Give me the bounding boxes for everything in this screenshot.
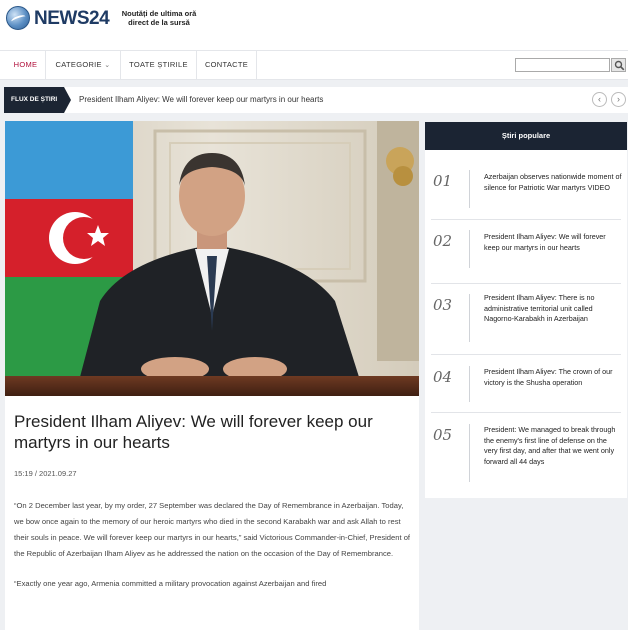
popular-item[interactable]: 01 Azerbaijan observes nationwide moment… [425, 168, 627, 213]
chevron-down-icon: ⌄ [104, 62, 111, 69]
popular-news-heading: Știri populare [425, 122, 627, 150]
article-paragraph: “On 2 December last year, by my order, 2… [14, 501, 411, 558]
main-nav: HOME CATEGORIE ⌄ TOATE ȘTIRILE CONTACTE [0, 50, 628, 80]
site-header: NEWS24 Noutăți de ultima oră direct de l… [0, 0, 628, 50]
divider [431, 354, 621, 355]
article-body: “On 2 December last year, by my order, 2… [14, 498, 414, 606]
search-input[interactable] [515, 58, 610, 72]
page: NEWS24 Noutăți de ultima oră direct de l… [0, 0, 628, 630]
popular-item[interactable]: 02 President Ilham Aliyev: We will forev… [425, 228, 627, 273]
popular-news-list: 01 Azerbaijan observes nationwide moment… [425, 150, 627, 498]
article-image[interactable] [5, 121, 419, 396]
divider [469, 230, 470, 268]
article-title: President Ilham Aliyev: We will forever … [14, 412, 373, 452]
divider [469, 170, 470, 208]
nav-categorie-label: CATEGORIE [55, 60, 102, 69]
news-ticker: FLUX DE ȘTIRI President Ilham Aliyev: We… [4, 87, 628, 113]
article-paragraph: “Exactly one year ago, Armenia committed… [14, 579, 327, 588]
popular-item-number: 03 [433, 296, 453, 314]
president-photo [5, 121, 419, 396]
popular-item-title[interactable]: President: We managed to break through t… [484, 425, 622, 467]
popular-item-title[interactable]: Azerbaijan observes nationwide moment of… [484, 172, 622, 193]
popular-item-title[interactable]: President Ilham Aliyev: There is no admi… [484, 293, 622, 325]
globe-logo-icon[interactable] [6, 6, 30, 30]
divider [469, 424, 470, 482]
site-tagline: Noutăți de ultima oră direct de la sursă [121, 9, 197, 27]
nav-home[interactable]: HOME [6, 51, 46, 79]
popular-item[interactable]: 04 President Ilham Aliyev: The crown of … [425, 364, 627, 404]
popular-item[interactable]: 03 President Ilham Aliyev: There is no a… [425, 292, 627, 342]
divider [431, 412, 621, 413]
nav-contacte[interactable]: CONTACTE [197, 51, 257, 79]
article-date: 15:19 / 2021.09.27 [14, 469, 77, 478]
site-logo[interactable]: NEWS24 [34, 8, 110, 30]
chevron-right-icon[interactable]: › [611, 92, 626, 107]
search-icon [614, 60, 625, 71]
divider [469, 366, 470, 402]
popular-item-number: 02 [433, 232, 453, 250]
divider [431, 219, 621, 220]
ticker-headline[interactable]: President Ilham Aliyev: We will forever … [79, 87, 323, 113]
popular-item-title[interactable]: President Ilham Aliyev: We will forever … [484, 232, 622, 253]
nav-categorie[interactable]: CATEGORIE ⌄ [46, 51, 121, 79]
popular-item[interactable]: 05 President: We managed to break throug… [425, 422, 627, 487]
ticker-label: FLUX DE ȘTIRI [4, 87, 71, 113]
popular-item-number: 04 [433, 368, 453, 386]
popular-item-number: 01 [433, 172, 453, 190]
divider [469, 294, 470, 342]
divider [431, 283, 621, 284]
chevron-left-icon[interactable]: ‹ [592, 92, 607, 107]
popular-item-title[interactable]: President Ilham Aliyev: The crown of our… [484, 367, 622, 388]
popular-item-number: 05 [433, 426, 453, 444]
article-card: President Ilham Aliyev: We will forever … [5, 121, 419, 630]
nav-toate-stirile[interactable]: TOATE ȘTIRILE [121, 51, 197, 79]
search-button[interactable] [611, 58, 626, 72]
